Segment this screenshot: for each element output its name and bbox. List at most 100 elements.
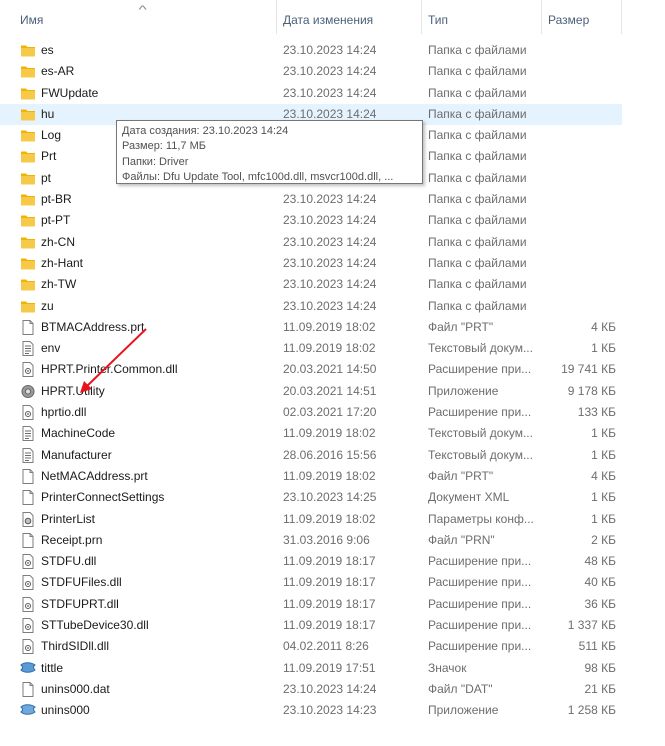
folder-icon [20, 149, 36, 164]
folder-icon [20, 277, 36, 292]
file-size: 36 КБ [584, 596, 616, 611]
file-date: 23.10.2023 14:24 [283, 213, 377, 228]
file-row[interactable]: MachineCode 11.09.2019 18:02 Текстовый док… [0, 423, 622, 444]
file-date: 23.10.2023 14:24 [283, 106, 377, 121]
document-icon [20, 490, 36, 506]
file-row[interactable]: pt-BR 23.10.2023 14:24 Папка с файлами [0, 189, 622, 210]
column-header-name[interactable]: Имя [14, 0, 276, 34]
file-row[interactable]: Receipt.prn 31.03.2016 9:06 Файл "PRN" 2 КБ [0, 530, 622, 551]
file-name: zh-Hant [41, 255, 84, 270]
file-row[interactable]: env 11.09.2019 18:02 Текстовый докум... 1 К… [0, 338, 622, 359]
file-row[interactable]: zh-CN 23.10.2023 14:24 Папка с файлами [0, 232, 622, 253]
file-row[interactable]: es 23.10.2023 14:24 Папка с файлами [0, 40, 622, 61]
file-date: 23.10.2023 14:24 [283, 234, 377, 249]
file-row[interactable]: unins000 23.10.2023 14:23 Приложение 1 258 … [0, 700, 622, 721]
file-name: zh-TW [41, 277, 77, 292]
file-name: hu [41, 106, 55, 121]
file-size: 511 КБ [578, 639, 616, 654]
file-row[interactable]: es-AR 23.10.2023 14:24 Папка с файлами [0, 61, 622, 82]
tooltip-files: Файлы: Dfu Update Tool, mfc100d.dll, msv… [122, 170, 394, 183]
file-size: 133 КБ [577, 405, 616, 420]
file-row[interactable]: STTubeDevice30.dll 11.09.2019 18:17 Расшир… [0, 615, 622, 636]
file-row[interactable]: STDFUFiles.dll 11.09.2019 18:17 Расширение… [0, 572, 622, 593]
file-type: Папка с файлами [428, 277, 527, 292]
file-name: ThirdSIDll.dll [41, 639, 110, 654]
file-size: 1 КБ [591, 511, 616, 526]
file-row[interactable]: PrinterList 11.09.2019 18:02 Параметры кон… [0, 509, 622, 530]
file-row[interactable]: pt-PT 23.10.2023 14:24 Папка с файлами [0, 210, 622, 231]
file-type: Текстовый докум... [428, 341, 533, 356]
file-explorer: ^ Имя Дата изменения Тип Размер es 23.10.… [0, 0, 665, 746]
file-name: es-AR [41, 64, 75, 79]
file-size: 1 КБ [591, 341, 616, 356]
column-header-date[interactable]: Дата изменения [276, 0, 421, 34]
file-name: STTubeDevice30.dll [41, 618, 149, 633]
tooltip-size: Размер: 11,7 МБ [122, 140, 206, 153]
document-icon [20, 681, 36, 697]
file-date: 04.02.2011 8:26 [283, 639, 369, 654]
column-header-type[interactable]: Тип [421, 0, 541, 34]
gear-app-icon [20, 384, 36, 399]
file-row[interactable]: HPRT.Utility 20.03.2021 14:51 Приложение 9 … [0, 381, 622, 402]
file-date: 11.09.2019 18:02 [283, 468, 376, 483]
file-row[interactable]: STDFUPRT.dll 11.09.2019 18:17 Расширение п… [0, 594, 622, 615]
file-type: Приложение [428, 383, 499, 398]
file-row[interactable]: zu 23.10.2023 14:24 Папка с файлами [0, 296, 622, 317]
file-date: 11.09.2019 18:02 [283, 319, 376, 334]
document-icon [20, 468, 36, 484]
file-row[interactable]: hprtio.dll 02.03.2021 17:20 Расширение при… [0, 402, 622, 423]
file-row[interactable]: STDFU.dll 11.09.2019 18:17 Расширение при.… [0, 551, 622, 572]
file-row[interactable]: NetMACAddress.prt 11.09.2019 18:02 Файл "P… [0, 466, 622, 487]
file-size: 48 КБ [584, 554, 616, 569]
file-name: FWUpdate [41, 85, 99, 100]
file-type: Папка с файлами [428, 170, 527, 185]
file-type: Документ XML [428, 490, 510, 505]
file-name: HPRT.Printer.Common.dll [41, 362, 178, 377]
file-type: Папка с файлами [428, 128, 527, 143]
file-date: 11.09.2019 18:17 [283, 596, 376, 611]
file-row[interactable]: unins000.dat 23.10.2023 14:24 Файл "DAT" 21… [0, 679, 622, 700]
file-name: BTMACAddress.prt [41, 319, 145, 334]
file-name: zu [41, 298, 54, 313]
file-row[interactable]: tittle 11.09.2019 17:51 Значок 98 КБ [0, 658, 622, 679]
file-row[interactable]: FWUpdate 23.10.2023 14:24 Папка с файлами [0, 83, 622, 104]
column-header-size[interactable]: Размер [541, 0, 621, 34]
file-row[interactable]: BTMACAddress.prt 11.09.2019 18:02 Файл "PR… [0, 317, 622, 338]
file-size: 1 258 КБ [567, 703, 616, 718]
text-file-icon [20, 426, 36, 442]
file-row-partial[interactable] [0, 722, 622, 736]
file-date: 23.10.2023 14:24 [283, 64, 377, 79]
file-date: 11.09.2019 18:17 [283, 618, 376, 633]
dll-file-icon [20, 575, 36, 591]
file-type: Папка с файлами [428, 64, 527, 79]
file-type: Папка с файлами [428, 213, 527, 228]
file-type: Расширение при... [428, 596, 532, 611]
file-type: Расширение при... [428, 618, 532, 633]
file-row[interactable]: HPRT.Printer.Common.dll 20.03.2021 14:50 Р… [0, 359, 622, 380]
file-size: 1 337 КБ [567, 618, 616, 633]
file-type: Папка с файлами [428, 234, 527, 249]
file-row[interactable]: Manufacturer 28.06.2016 15:56 Текстовый до… [0, 445, 622, 466]
file-name: zh-CN [41, 234, 76, 249]
file-name: STDFUFiles.dll [41, 575, 122, 590]
file-name: pt-PT [41, 213, 71, 228]
file-row[interactable]: zh-Hant 23.10.2023 14:24 Папка с файлами [0, 253, 622, 274]
file-row[interactable]: PrinterConnectSettings 23.10.2023 14:25 До… [0, 487, 622, 508]
file-date: 11.09.2019 18:02 [283, 426, 376, 441]
file-size: 98 КБ [584, 660, 616, 675]
file-date: 11.09.2019 18:17 [283, 575, 376, 590]
file-type: Папка с файлами [428, 85, 527, 100]
file-date: 23.10.2023 14:24 [283, 681, 377, 696]
file-date: 02.03.2021 17:20 [283, 405, 377, 420]
file-row[interactable]: ThirdSIDll.dll 04.02.2011 8:26 Расширение … [0, 636, 622, 657]
folder-icon [20, 235, 36, 250]
file-type: Файл "PRT" [428, 319, 494, 334]
file-type: Параметры конф... [428, 511, 534, 526]
file-type: Расширение при... [428, 639, 532, 654]
text-file-icon [20, 447, 36, 463]
file-date: 23.10.2023 14:23 [283, 703, 377, 718]
file-row[interactable]: zh-TW 23.10.2023 14:24 Папка с файлами [0, 274, 622, 295]
file-date: 28.06.2016 15:56 [283, 447, 377, 462]
file-type: Расширение при... [428, 554, 532, 569]
tooltip-created: Дата создания: 23.10.2023 14:24 [122, 125, 289, 137]
